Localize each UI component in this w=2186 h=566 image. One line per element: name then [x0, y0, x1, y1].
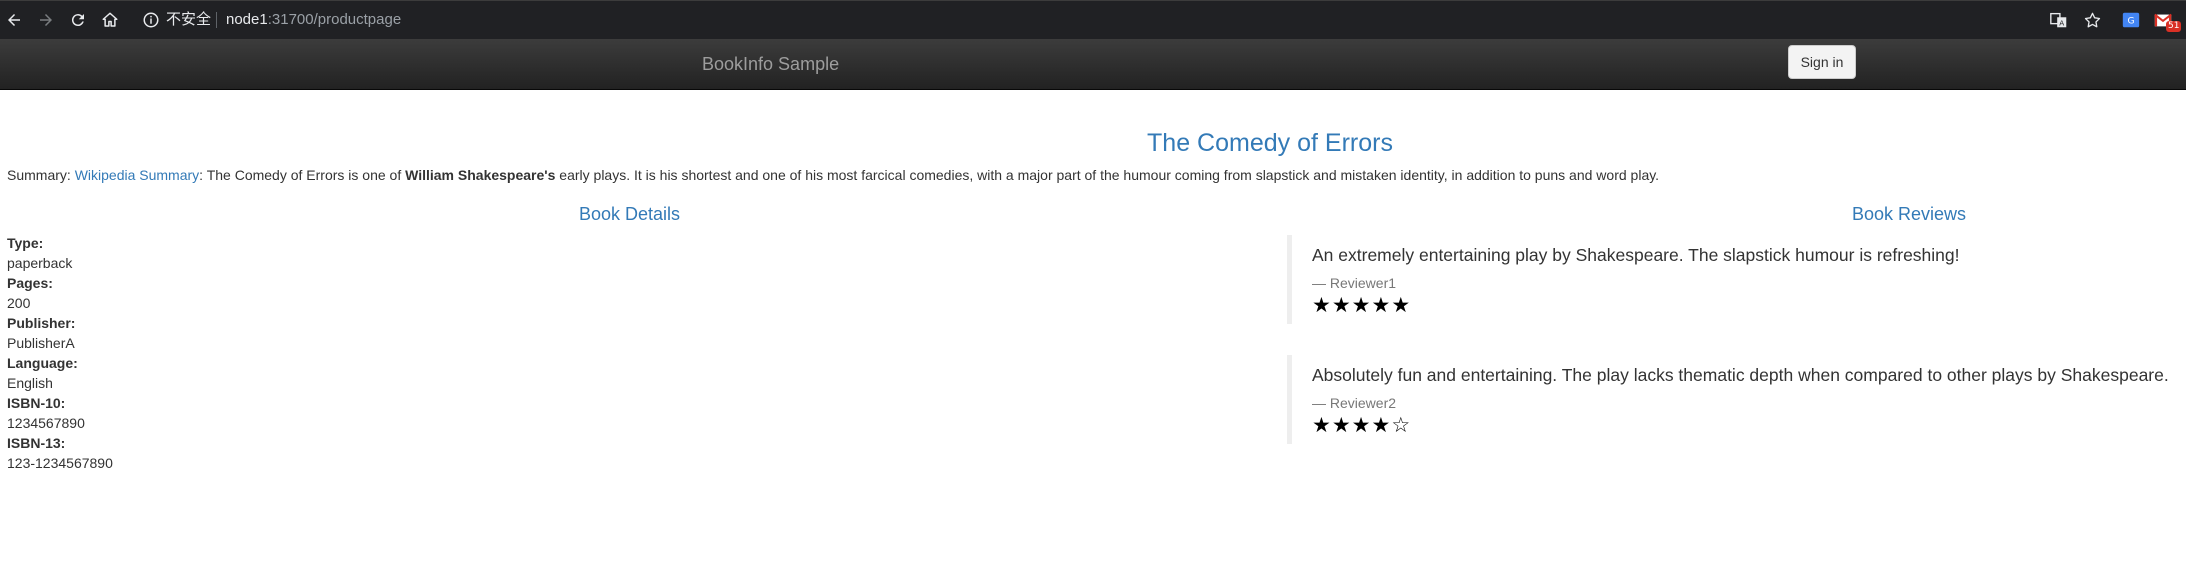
- review-item: Absolutely fun and entertaining. The pla…: [1287, 355, 2186, 444]
- star-filled-icon: ★: [1351, 413, 1372, 437]
- pages-label: Pages:: [7, 275, 53, 291]
- product-summary: Summary: Wikipedia Summary: The Comedy o…: [7, 165, 1659, 185]
- isbn10-value: 1234567890: [7, 415, 85, 431]
- reviewer-name: — Reviewer1: [1312, 275, 1397, 291]
- forward-icon[interactable]: [33, 7, 59, 33]
- star-rating: ★★★★★: [1312, 294, 2186, 316]
- review-text: An extremely entertaining play by Shakes…: [1312, 245, 1960, 265]
- reviewer-name: — Reviewer2: [1312, 395, 1397, 411]
- browser-toolbar: 不安全 node1:31700/productpage A G 51: [0, 0, 2186, 39]
- extension-translate-icon[interactable]: G: [2120, 9, 2142, 31]
- star-filled-icon: ★: [1312, 293, 1332, 317]
- star-rating: ★★★★☆: [1312, 414, 2186, 436]
- star-icon[interactable]: [2081, 9, 2103, 31]
- star-filled-icon: ★: [1312, 413, 1332, 437]
- star-filled-icon: ★: [1391, 293, 1412, 317]
- publisher-label: Publisher:: [7, 315, 76, 331]
- pages-value: 200: [7, 295, 31, 311]
- url-text[interactable]: node1:31700/productpage: [226, 10, 401, 30]
- star-filled-icon: ★: [1331, 413, 1352, 437]
- summary-prefix: Summary:: [7, 167, 75, 183]
- brand-link[interactable]: BookInfo Sample: [702, 53, 839, 75]
- isbn13-value: 123-1234567890: [7, 455, 113, 471]
- publisher-value: PublisherA: [7, 335, 75, 351]
- address-bar[interactable]: 不安全 node1:31700/productpage: [132, 5, 2062, 35]
- security-label[interactable]: 不安全: [166, 10, 211, 30]
- language-value: English: [7, 375, 53, 391]
- star-filled-icon: ★: [1371, 413, 1392, 437]
- star-empty-icon: ☆: [1391, 413, 1412, 437]
- isbn10-label: ISBN-10:: [7, 395, 66, 411]
- svg-text:G: G: [2127, 17, 2134, 27]
- review-text: Absolutely fun and entertaining. The pla…: [1312, 365, 2169, 385]
- wikipedia-summary-link[interactable]: Wikipedia Summary: [75, 167, 199, 183]
- translate-icon[interactable]: A: [2048, 9, 2070, 31]
- summary-text-1: : The Comedy of Errors is one of: [199, 167, 406, 183]
- book-details-list: Type: paperback Pages: 200 Publisher: Pu…: [7, 233, 113, 473]
- isbn13-label: ISBN-13:: [7, 435, 66, 451]
- omnibox-divider: [216, 12, 217, 28]
- info-icon[interactable]: [142, 11, 160, 29]
- reload-icon[interactable]: [65, 7, 91, 33]
- type-value: paperback: [7, 255, 73, 271]
- sign-in-button[interactable]: Sign in: [1788, 45, 1856, 79]
- home-icon[interactable]: [97, 7, 123, 33]
- svg-text:A: A: [2059, 18, 2064, 27]
- gmail-unread-badge: 51: [2166, 21, 2182, 32]
- summary-text-2: early plays. It is his shortest and one …: [555, 167, 1660, 183]
- star-filled-icon: ★: [1351, 293, 1372, 317]
- type-label: Type:: [7, 235, 44, 251]
- product-title: The Comedy of Errors: [1147, 129, 1393, 157]
- url-path: :31700/productpage: [267, 11, 402, 28]
- back-icon[interactable]: [1, 7, 27, 33]
- star-filled-icon: ★: [1331, 293, 1352, 317]
- summary-author: William Shakespeare's: [405, 167, 556, 183]
- book-details-heading: Book Details: [579, 204, 681, 224]
- review-item: An extremely entertaining play by Shakes…: [1287, 235, 2186, 324]
- star-filled-icon: ★: [1371, 293, 1392, 317]
- app-navbar: BookInfo Sample Sign in: [0, 39, 2186, 90]
- url-host: node1: [226, 11, 268, 28]
- book-reviews-heading: Book Reviews: [1852, 204, 1967, 224]
- language-label: Language:: [7, 355, 78, 371]
